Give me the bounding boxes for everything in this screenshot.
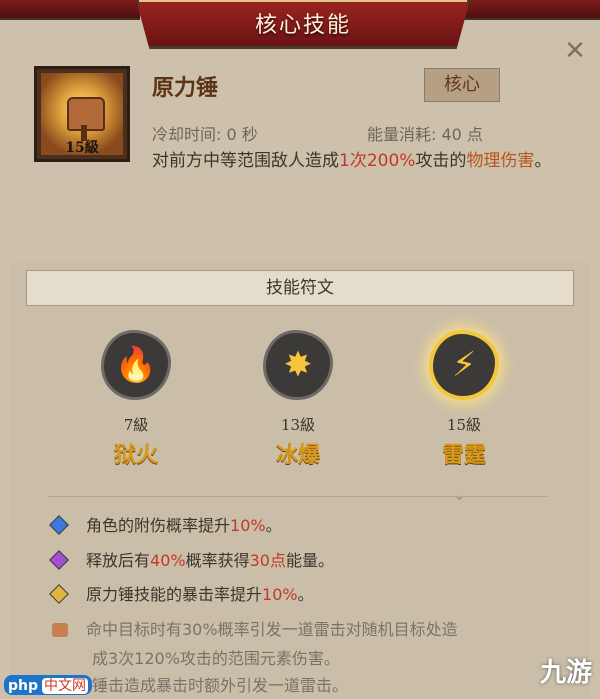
skill-description: 对前方中等范围敌人造成1次200%攻击的物理伤害。 [152,148,572,175]
dialog-title: 核心技能 [254,13,351,38]
effect-text: 。 [265,516,282,535]
rune-header: 技能符文 [26,270,574,306]
effect-text: 能量。 [285,551,334,570]
rune-level: 15級 [446,416,482,434]
chevron-down-icon: ⌄ [452,484,468,505]
desc-part: 攻击的 [415,151,467,171]
ice-burst-icon: ✸ [263,330,333,400]
effect-text: 命中目标时有30%概率引发一道雷击对随机目标处造 [86,620,458,639]
cooldown-text: 冷却时间: 0 秒 [152,125,258,144]
watermark-right: 九游 [539,658,592,688]
rune-name: 狱火 [113,443,158,468]
rune-level: 7級 [123,416,149,434]
close-icon[interactable]: ✕ [562,38,588,64]
banner-wing-right [460,0,600,20]
rune-inferno[interactable]: 🔥 7級 狱火 [88,330,184,469]
energy-cost-text: 能量消耗: 40 点 [367,125,483,144]
effect-text: 。 [297,585,314,604]
flame-icon: 🔥 [101,330,171,400]
rune-thunder[interactable]: ⚡ 15級 雷霆 [416,330,512,469]
desc-part: 对前方中等范围敌人造成 [152,151,339,171]
rune-name: 冰爆 [275,443,320,468]
effect-text: 概率获得 [185,551,250,570]
effect-value: 40% [150,551,186,570]
title-banner: 核心技能 [136,0,470,49]
watermark-brand: php [8,678,39,694]
effect-text: 释放后有 [86,551,151,570]
rune-ice-burst[interactable]: ✸ 13級 冰爆 [250,330,346,469]
effect-text-cont: 锤击造成暴击时额外引发一道雷击。 [92,676,349,695]
effect-text: 原力锤技能的暴击率提升 [86,585,263,604]
banner-wing-left [0,0,140,20]
skill-dialog: 核心技能 ✕ 15級 原力锤 核心 冷却时间: 0 秒 能量消耗: 40 点 对… [0,0,600,699]
effect-item-locked: 命中目标时有30%概率引发一道雷击对随机目标处造 [52,618,458,642]
desc-percent: 200% [366,151,416,171]
rune-level: 13級 [280,416,316,434]
desc-hits: 1次 [339,151,367,171]
watermark-text: 中文网 [42,678,89,694]
skill-icon: 15級 [34,66,130,162]
effect-item: 释放后有40%概率获得30点能量。 [49,549,334,573]
effect-value: 30点 [249,551,286,570]
watermark-left: php 中文网 [4,675,93,695]
gold-diamond-icon [49,584,69,604]
blue-diamond-icon [49,515,69,535]
skill-name: 原力锤 [152,76,219,101]
effect-text: 角色的附伤概率提升 [86,516,231,535]
effect-item: 角色的附伤概率提升10%。 [49,514,282,538]
purple-diamond-icon [49,550,69,570]
lock-icon [52,623,68,637]
divider [48,496,548,497]
effect-text-cont: 成3次120%攻击的范围元素伤害。 [92,649,340,668]
core-badge: 核心 [424,68,500,102]
skill-level: 15級 [65,140,99,156]
rune-name: 雷霆 [441,443,486,468]
desc-part: 。 [534,151,552,171]
effect-value: 10% [230,516,266,535]
effect-value: 10% [262,585,298,604]
desc-damage-type: 物理伤害 [466,151,535,171]
effect-item: 原力锤技能的暴击率提升10%。 [49,583,314,607]
thunder-icon: ⚡ [429,330,499,400]
